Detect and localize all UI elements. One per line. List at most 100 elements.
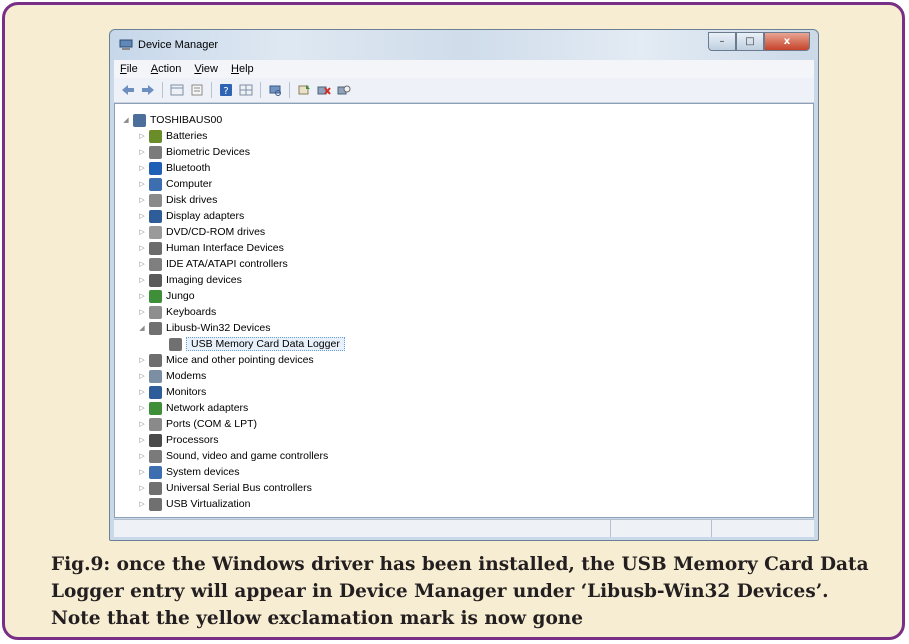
menu-help[interactable]: Help — [231, 63, 254, 75]
device-category-icon — [149, 273, 162, 287]
tree-item-sound-video-and-game-controllers[interactable]: ▷ Sound, video and game controllers — [121, 448, 345, 464]
menu-action-label: ction — [158, 63, 182, 75]
expand-arrow-icon[interactable]: ▷ — [137, 372, 147, 380]
update-driver-icon[interactable] — [296, 82, 312, 98]
scan-hardware-icon[interactable] — [267, 82, 283, 98]
tree-item-computer[interactable]: ▷ Computer — [121, 176, 345, 192]
expand-arrow-icon[interactable]: ▷ — [137, 452, 147, 460]
tree-item-disk-drives[interactable]: ▷ Disk drives — [121, 192, 345, 208]
properties-icon[interactable] — [189, 82, 205, 98]
tree-root-computer[interactable]: ◢ TOSHIBAUS00 — [121, 112, 345, 128]
window-title: Device Manager — [138, 39, 219, 51]
expand-arrow-icon[interactable]: ▷ — [137, 180, 147, 188]
properties-grid-icon[interactable] — [169, 82, 185, 98]
device-category-icon — [149, 129, 162, 143]
expand-arrow-icon[interactable]: ▷ — [137, 148, 147, 156]
tree-item-batteries[interactable]: ▷ Batteries — [121, 128, 345, 144]
view-grid-icon[interactable] — [238, 82, 254, 98]
forward-icon[interactable] — [140, 82, 156, 98]
status-cell-secondary — [611, 520, 712, 537]
device-manager-icon — [119, 39, 133, 50]
device-category-icon — [149, 241, 162, 255]
tree-item-label: Mice and other pointing devices — [166, 354, 314, 366]
device-category-icon — [149, 385, 162, 399]
tree-item-ports-com-lpt[interactable]: ▷ Ports (COM & LPT) — [121, 416, 345, 432]
tree-item-usb-virtualization[interactable]: ▷ USB Virtualization — [121, 496, 345, 512]
figure-frame: Device Manager – □ x File Action View He… — [2, 2, 905, 640]
device-category-icon — [149, 417, 162, 431]
figure-caption: Fig.9: once the Windows driver has been … — [51, 554, 869, 629]
tree-item-display-adapters[interactable]: ▷ Display adapters — [121, 208, 345, 224]
collapse-arrow-icon[interactable]: ◢ — [137, 324, 147, 332]
tree-item-biometric-devices[interactable]: ▷ Biometric Devices — [121, 144, 345, 160]
expand-arrow-icon[interactable]: ▷ — [137, 404, 147, 412]
device-category-icon — [149, 369, 162, 383]
menu-action-key: A — [150, 63, 159, 75]
expand-arrow-icon[interactable]: ▷ — [137, 388, 147, 396]
device-category-icon — [149, 449, 162, 463]
tree-item-label: DVD/CD-ROM drives — [166, 226, 266, 238]
tree-item-monitors[interactable]: ▷ Monitors — [121, 384, 345, 400]
tree-item-keyboards[interactable]: ▷ Keyboards — [121, 304, 345, 320]
tree-item-libusb-win32-devices[interactable]: ◢ Libusb-Win32 Devices — [121, 320, 345, 336]
expand-arrow-icon[interactable]: ▷ — [137, 276, 147, 284]
expand-arrow-icon[interactable]: ▷ — [137, 260, 147, 268]
expand-arrow-icon[interactable]: ▷ — [137, 164, 147, 172]
device-category-icon — [149, 145, 162, 159]
expand-arrow-icon[interactable]: ▷ — [137, 244, 147, 252]
tree-item-ide-ata-atapi-controllers[interactable]: ▷ IDE ATA/ATAPI controllers — [121, 256, 345, 272]
uninstall-icon[interactable] — [316, 82, 332, 98]
menu-view[interactable]: View — [194, 63, 218, 75]
tree-item-network-adapters[interactable]: ▷ Network adapters — [121, 400, 345, 416]
device-category-icon — [149, 321, 162, 335]
expand-arrow-icon[interactable]: ▷ — [137, 420, 147, 428]
tree-item-usb-memory-card-data-logger[interactable]: USB Memory Card Data Logger — [121, 336, 345, 352]
tree-item-modems[interactable]: ▷ Modems — [121, 368, 345, 384]
expand-arrow-icon[interactable]: ▷ — [137, 292, 147, 300]
minimize-button[interactable]: – — [708, 32, 736, 51]
maximize-button[interactable]: □ — [736, 32, 764, 51]
tree-item-bluetooth[interactable]: ▷ Bluetooth — [121, 160, 345, 176]
tree-item-label: Disk drives — [166, 194, 218, 206]
toolbar-separator — [289, 82, 290, 98]
expand-arrow-icon[interactable]: ▷ — [137, 500, 147, 508]
expand-arrow-icon[interactable]: ▷ — [137, 468, 147, 476]
expand-arrow-icon[interactable]: ▷ — [137, 356, 147, 364]
tree-item-human-interface-devices[interactable]: ▷ Human Interface Devices — [121, 240, 345, 256]
device-category-icon — [149, 257, 162, 271]
expand-arrow-icon[interactable]: ▷ — [137, 196, 147, 204]
device-category-icon — [149, 353, 162, 367]
device-tree-pane[interactable]: ◢ TOSHIBAUS00 ▷ Batteries ▷ Biometric Devices… — [114, 103, 814, 518]
tree-item-universal-serial-bus-controllers[interactable]: ▷ Universal Serial Bus controllers — [121, 480, 345, 496]
expand-arrow-icon[interactable]: ▷ — [137, 484, 147, 492]
status-bar — [114, 519, 814, 537]
menu-action[interactable]: Action — [151, 63, 182, 75]
expand-arrow-icon[interactable]: ▷ — [137, 132, 147, 140]
menu-file[interactable]: File — [120, 63, 138, 75]
tree-item-mice-and-other-pointing-devices[interactable]: ▷ Mice and other pointing devices — [121, 352, 345, 368]
expand-arrow-icon[interactable]: ▷ — [137, 212, 147, 220]
tree-item-label: Sound, video and game controllers — [166, 450, 329, 462]
tree-item-dvd-cd-rom-drives[interactable]: ▷ DVD/CD-ROM drives — [121, 224, 345, 240]
tree-item-system-devices[interactable]: ▷ System devices — [121, 464, 345, 480]
device-category-icon — [149, 225, 162, 239]
title-bar[interactable]: Device Manager – □ x — [110, 30, 818, 60]
tree-item-imaging-devices[interactable]: ▷ Imaging devices — [121, 272, 345, 288]
menu-help-label: elp — [238, 63, 254, 75]
device-category-icon — [149, 481, 162, 495]
help-icon[interactable]: ? — [218, 82, 234, 98]
collapse-arrow-icon[interactable]: ◢ — [121, 116, 131, 124]
svg-text:?: ? — [223, 86, 228, 97]
tree-item-label: Jungo — [166, 290, 195, 302]
back-icon[interactable] — [120, 82, 136, 98]
close-button[interactable]: x — [764, 32, 810, 51]
tree-item-jungo[interactable]: ▷ Jungo — [121, 288, 345, 304]
expand-arrow-icon[interactable]: ▷ — [137, 308, 147, 316]
expand-arrow-icon[interactable]: ▷ — [137, 436, 147, 444]
menu-bar: File Action View Help — [114, 60, 814, 78]
expand-arrow-icon[interactable]: ▷ — [137, 228, 147, 236]
disable-icon[interactable] — [336, 82, 352, 98]
device-category-icon — [149, 209, 162, 223]
tree-item-label: Computer — [166, 178, 213, 190]
tree-item-processors[interactable]: ▷ Processors — [121, 432, 345, 448]
